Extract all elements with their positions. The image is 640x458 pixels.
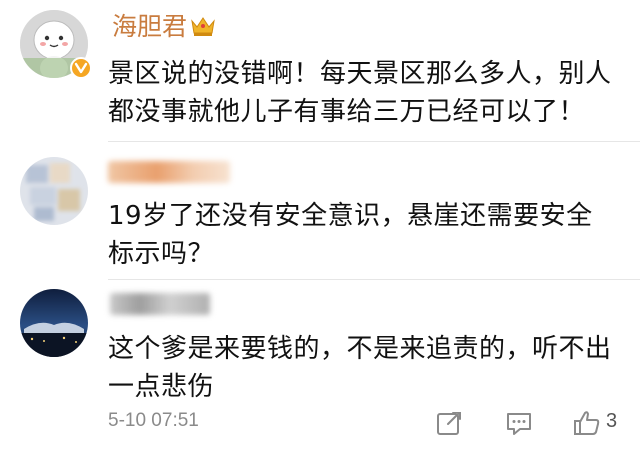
comment-icon[interactable] xyxy=(504,408,534,438)
night-city-avatar-icon xyxy=(20,289,88,357)
comment-text-line-2: 都没事就他儿子有事给三万已经可以了！ xyxy=(108,97,586,127)
comment-text-line-1: 景区说的没错啊！每天景区那么多人，别人 xyxy=(108,59,612,89)
comment-item-1: 海胆君 景区说的没错啊！每天景区那么多人，别人 都没事就他儿子有事给三万已经可以… xyxy=(0,0,640,145)
share-icon[interactable] xyxy=(434,408,464,438)
avatar[interactable] xyxy=(20,157,88,225)
avatar[interactable] xyxy=(20,289,88,357)
thumbs-up-icon[interactable] xyxy=(572,408,602,438)
blurred-username[interactable] xyxy=(110,293,210,315)
verified-v-icon xyxy=(70,57,92,79)
divider xyxy=(108,279,640,280)
blurred-username[interactable] xyxy=(108,161,230,183)
comment-footer: 5-10 07:51 3 xyxy=(108,406,628,440)
like-count: 3 xyxy=(606,410,618,432)
comment-item-2: 19岁了还没有安全意识，悬崖还需要安全 标示吗？ xyxy=(0,145,640,283)
comment-text-line-2: 一点悲伤 xyxy=(108,372,215,402)
divider xyxy=(108,141,640,142)
crown-icon xyxy=(190,14,216,38)
username[interactable]: 海胆君 xyxy=(112,12,187,42)
comment-text-line-1: 这个爹是来要钱的，不是来追责的，听不出 xyxy=(108,334,612,364)
blurred-avatar-icon xyxy=(20,157,88,225)
comment-text-line-1: 19岁了还没有安全意识，悬崖还需要安全 xyxy=(108,201,593,231)
timestamp: 5-10 07:51 xyxy=(108,410,199,431)
comment-text-line-2: 标示吗？ xyxy=(108,239,215,269)
